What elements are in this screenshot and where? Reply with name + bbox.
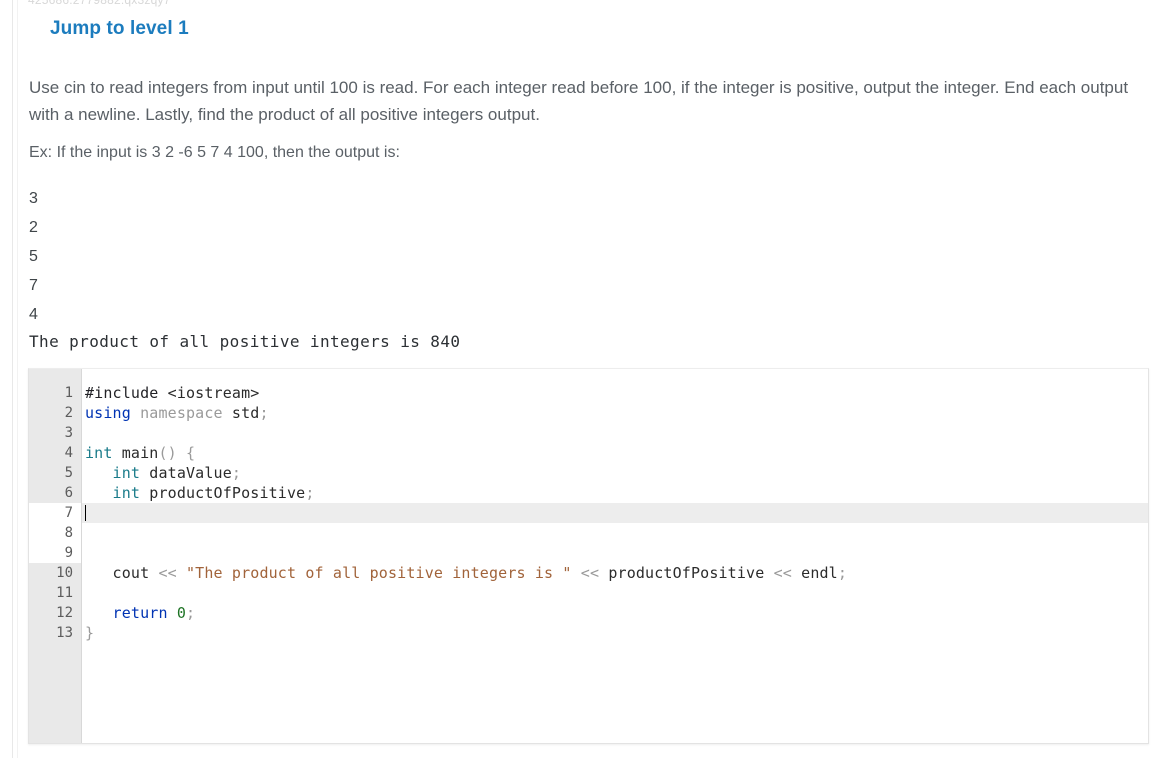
- editor-line-number: 7: [64, 505, 73, 521]
- editor-line[interactable]: 3: [29, 423, 1148, 443]
- expected-output-block: 3 2 5 7 4 The product of all positive in…: [29, 184, 729, 355]
- code-token: ;: [837, 564, 848, 582]
- editor-line-number: 13: [56, 625, 73, 641]
- editor-line-number: 12: [56, 605, 73, 621]
- editor-line-number: 10: [56, 565, 73, 581]
- editor-line-source[interactable]: cout << "The product of all positive int…: [85, 563, 847, 583]
- editor-line[interactable]: 12 return 0;: [29, 603, 1148, 623]
- editor-line-number: 1: [64, 385, 73, 401]
- expected-output-summary: The product of all positive integers is …: [29, 332, 461, 351]
- code-token: ;: [186, 604, 196, 622]
- editor-line[interactable]: 1 #include <iostream>: [29, 383, 1148, 403]
- editor-line-number: 4: [64, 445, 73, 461]
- editor-line[interactable]: 9: [29, 543, 1148, 563]
- expected-output-line: 4: [29, 306, 38, 323]
- code-token: int: [112, 484, 150, 502]
- editor-line-source[interactable]: return 0;: [85, 603, 195, 623]
- code-token: ;: [231, 464, 242, 482]
- code-token: dataValue: [149, 464, 232, 482]
- editor-line[interactable]: 5 int dataValue;: [29, 463, 1148, 483]
- editor-line-source[interactable]: int dataValue;: [85, 463, 241, 483]
- code-editor[interactable]: 1 #include <iostream> 2 using namespace std…: [28, 368, 1149, 744]
- editor-line[interactable]: 7: [29, 503, 1148, 523]
- editor-line-source[interactable]: }: [85, 623, 94, 643]
- code-token: <<: [571, 564, 609, 582]
- code-token: <<: [158, 564, 186, 582]
- editor-line-source[interactable]: using namespace std;: [85, 403, 269, 423]
- code-token: productOfPositive: [149, 484, 306, 502]
- code-token: cout: [85, 564, 159, 582]
- editor-line[interactable]: 6 int productOfPositive;: [29, 483, 1148, 503]
- text-cursor: [85, 505, 86, 521]
- editor-line[interactable]: 8: [29, 523, 1148, 543]
- code-token: ;: [259, 404, 269, 422]
- editor-code-rows[interactable]: 1 #include <iostream> 2 using namespace std…: [29, 383, 1148, 643]
- editor-line[interactable]: 10 cout << "The product of all positive …: [29, 563, 1148, 583]
- editor-line-source[interactable]: int main() {: [85, 443, 195, 463]
- editor-line-number: 5: [64, 465, 73, 481]
- editor-line-source[interactable]: #include <iostream>: [85, 383, 259, 403]
- editor-line-number: 3: [64, 425, 73, 441]
- code-token: #include: [85, 384, 168, 402]
- code-token: std: [231, 404, 260, 422]
- code-token: }: [85, 624, 95, 642]
- editor-line-number: 9: [64, 545, 73, 561]
- editor-line[interactable]: 13}: [29, 623, 1148, 643]
- code-token: main: [121, 444, 159, 462]
- editor-line-number: 11: [56, 585, 73, 601]
- code-token: namespace: [140, 404, 232, 422]
- code-token: int: [85, 444, 122, 462]
- lab-content-page: 425686.2779882.qx3zqy7 Jump to level 1 U…: [18, 0, 1167, 758]
- editor-line[interactable]: 2 using namespace std;: [29, 403, 1148, 423]
- editor-line-number: 6: [64, 485, 73, 501]
- code-token: return: [112, 604, 177, 622]
- code-token: <iostream>: [167, 384, 260, 402]
- expected-output-line: 5: [29, 248, 38, 265]
- editor-line-source[interactable]: [85, 503, 86, 523]
- example-intro-text: Ex: If the input is 3 2 -6 5 7 4 100, th…: [29, 144, 400, 161]
- expected-output-line: 3: [29, 190, 38, 207]
- code-token: "The product of all positive integers is…: [186, 564, 572, 582]
- jump-to-level-heading[interactable]: Jump to level 1: [50, 18, 189, 40]
- editor-line-number: 8: [64, 525, 73, 541]
- problem-description: Use cin to read integers from input unti…: [29, 78, 1129, 124]
- activity-id-text: 425686.2779882.qx3zqy7: [28, 0, 171, 7]
- code-token: productOfPositive: [608, 564, 765, 582]
- code-token: using: [85, 404, 141, 422]
- editor-line[interactable]: 4 int main() {: [29, 443, 1148, 463]
- code-token: endl: [801, 564, 838, 582]
- page-left-rail-outer: [12, 0, 13, 758]
- code-token: () {: [158, 444, 196, 462]
- code-token: 0: [176, 604, 186, 622]
- editor-line-source[interactable]: int productOfPositive;: [85, 483, 315, 503]
- code-token: <<: [764, 564, 802, 582]
- editor-line[interactable]: 11: [29, 583, 1148, 603]
- editor-line-number: 2: [64, 405, 73, 421]
- code-token: int: [112, 464, 150, 482]
- code-token: ;: [305, 484, 315, 502]
- expected-output-line: 7: [29, 277, 38, 294]
- expected-output-line: 2: [29, 219, 38, 236]
